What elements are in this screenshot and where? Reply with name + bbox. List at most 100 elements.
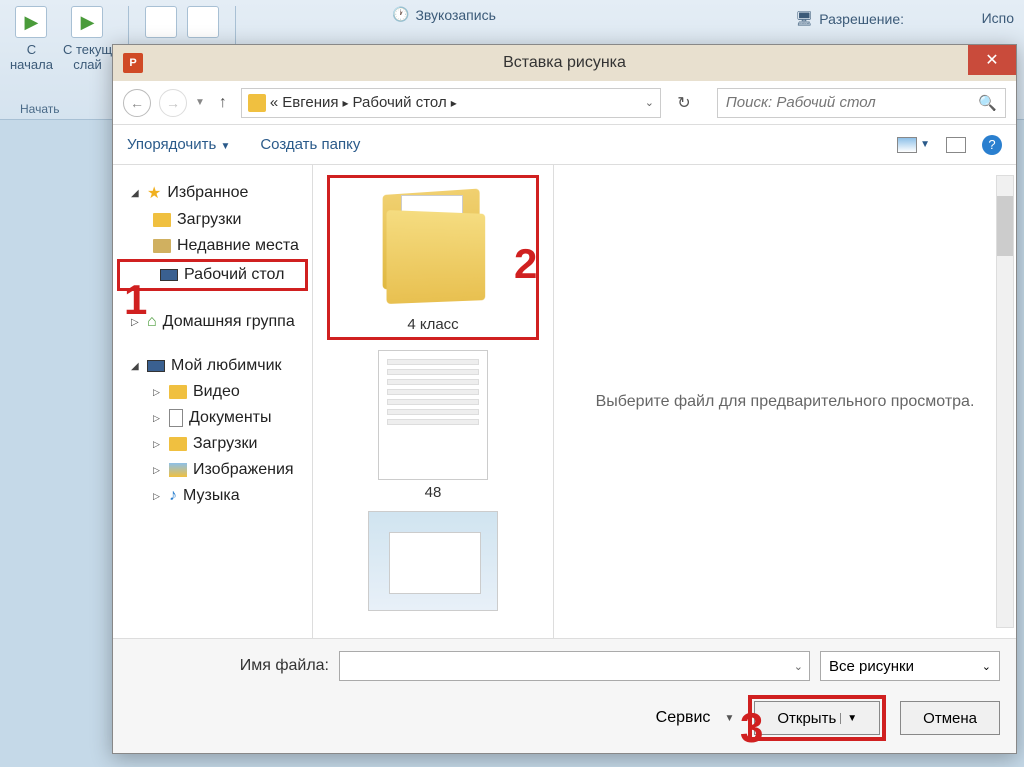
expand-icon: ◢ bbox=[131, 188, 141, 199]
expand-icon: ▷ bbox=[153, 413, 163, 424]
tree-desktop[interactable]: Рабочий стол bbox=[120, 262, 305, 288]
file-filter-dropdown[interactable]: Все рисунки ⌄ bbox=[820, 651, 1000, 681]
breadcrumb-folder[interactable]: Рабочий стол bbox=[353, 94, 447, 111]
open-button[interactable]: Открыть ▼ bbox=[754, 701, 880, 735]
help-button[interactable]: ? bbox=[982, 135, 1002, 155]
dialog-titlebar[interactable]: P Вставка рисунка ✕ bbox=[113, 45, 1016, 81]
new-folder-button[interactable]: Создать папку bbox=[260, 136, 360, 153]
dialog-body: ◢ ★ Избранное Загрузки Недавние места Ра… bbox=[113, 165, 1016, 638]
scrollbar-vertical[interactable] bbox=[996, 175, 1014, 628]
preview-pane-button[interactable] bbox=[946, 137, 966, 153]
tree-label: Изображения bbox=[193, 461, 294, 479]
file-item-48[interactable]: 48 bbox=[327, 350, 539, 501]
highlight-box-2: 4 класс bbox=[327, 175, 539, 340]
tree-video[interactable]: ▷ Видео bbox=[113, 379, 312, 405]
ribbon-placeholder-1[interactable] bbox=[145, 6, 177, 38]
thumbnails-icon bbox=[897, 137, 917, 153]
highlight-box-3: Открыть ▼ bbox=[748, 695, 886, 741]
file-label: 48 bbox=[425, 484, 442, 501]
tree-label: Избранное bbox=[167, 184, 248, 202]
nav-history-dropdown[interactable]: ▼ bbox=[195, 97, 205, 108]
dialog-navbar: ← → ▼ ↑ « Евгения ▸ Рабочий стол ▸ ⌄ ↻ 🔍 bbox=[113, 81, 1016, 125]
chevron-down-icon: ⌄ bbox=[982, 660, 991, 673]
monitor-icon: 🖥 bbox=[795, 10, 813, 27]
tree-label: Недавние места bbox=[177, 237, 299, 255]
tree-downloads2[interactable]: ▷ Загрузки bbox=[113, 431, 312, 457]
tree-label: Загрузки bbox=[177, 211, 241, 229]
tree-downloads[interactable]: Загрузки bbox=[113, 207, 312, 233]
homegroup-icon: ⌂ bbox=[147, 313, 157, 331]
tree-label: Загрузки bbox=[193, 435, 257, 453]
filename-input[interactable]: ⌄ bbox=[339, 651, 810, 681]
use-label: Испо bbox=[982, 10, 1014, 26]
tools-button[interactable]: Сервис bbox=[656, 709, 711, 727]
play-icon: ▶ bbox=[81, 12, 95, 33]
organize-button[interactable]: Упорядочить ▼ bbox=[127, 136, 230, 153]
computer-icon bbox=[147, 360, 165, 372]
from-current-button[interactable]: ▶ С текущ слай bbox=[63, 6, 112, 72]
filename-label: Имя файла: bbox=[129, 657, 329, 675]
tree-label: Домашняя группа bbox=[163, 313, 295, 331]
resolution-label: Разрешение: bbox=[819, 11, 904, 27]
tree-recent[interactable]: Недавние места bbox=[113, 233, 312, 259]
dialog-footer: Имя файла: ⌄ Все рисунки ⌄ Сервис ▼ Откр… bbox=[113, 638, 1016, 753]
search-icon: 🔍 bbox=[978, 94, 997, 112]
search-box[interactable]: 🔍 bbox=[717, 88, 1006, 118]
documents-icon bbox=[169, 409, 183, 427]
tree-music[interactable]: ▷ ♪ Музыка bbox=[113, 483, 312, 509]
preview-pane: Выберите файл для предварительного просм… bbox=[553, 165, 1016, 638]
file-item-ppt[interactable] bbox=[327, 511, 539, 611]
nav-back-button[interactable]: ← bbox=[123, 89, 151, 117]
folder-icon bbox=[248, 94, 266, 112]
close-button[interactable]: ✕ bbox=[968, 45, 1016, 75]
powerpoint-icon: P bbox=[123, 53, 143, 73]
cancel-label: Отмена bbox=[923, 710, 977, 727]
refresh-button[interactable]: ↻ bbox=[669, 88, 699, 118]
monitor-icon bbox=[160, 269, 178, 281]
from-beginning-button[interactable]: ▶ С начала bbox=[10, 6, 53, 72]
tree-mypc[interactable]: ◢ Мой любимчик bbox=[113, 353, 312, 379]
breadcrumb-bar[interactable]: « Евгения ▸ Рабочий стол ▸ ⌄ bbox=[241, 88, 661, 118]
tree-documents[interactable]: ▷ Документы bbox=[113, 405, 312, 431]
nav-forward-button[interactable]: → bbox=[159, 89, 187, 117]
search-input[interactable] bbox=[726, 94, 978, 111]
breadcrumb-user[interactable]: Евгения bbox=[282, 94, 338, 111]
file-list: 4 класс 48 bbox=[313, 165, 553, 638]
video-icon bbox=[169, 385, 187, 399]
star-icon: ★ bbox=[147, 183, 161, 203]
ribbon-group-start: Начать bbox=[20, 102, 60, 116]
chevron-down-icon: ▼ bbox=[724, 713, 734, 724]
open-label: Открыть bbox=[777, 710, 836, 727]
expand-icon: ▷ bbox=[153, 465, 163, 476]
view-mode-button[interactable]: ▼ bbox=[897, 137, 930, 153]
tree-images[interactable]: ▷ Изображения bbox=[113, 457, 312, 483]
play-icon: ▶ bbox=[25, 12, 39, 33]
breadcrumb-dropdown[interactable]: ⌄ bbox=[645, 96, 654, 109]
annotation-2: 2 bbox=[514, 240, 537, 288]
file-label: 4 класс bbox=[407, 316, 458, 333]
chevron-right-icon: ▸ bbox=[451, 96, 457, 110]
annotation-3: 3 bbox=[740, 704, 763, 752]
pictures-icon bbox=[169, 463, 187, 477]
tree-favorites[interactable]: ◢ ★ Избранное bbox=[113, 179, 312, 207]
tree-label: Мой любимчик bbox=[171, 357, 282, 375]
sound-recording-label: Звукозапись bbox=[415, 7, 495, 23]
ribbon-placeholder-2[interactable] bbox=[187, 6, 219, 38]
breadcrumb-prefix: « bbox=[270, 94, 278, 111]
tree-label: Рабочий стол bbox=[184, 266, 284, 284]
chevron-right-icon: ▸ bbox=[343, 96, 349, 110]
tree-label: Музыка bbox=[183, 487, 240, 505]
expand-icon: ▷ bbox=[153, 387, 163, 398]
folder-item-4class[interactable]: 4 класс bbox=[334, 182, 532, 333]
expand-icon: ▷ bbox=[153, 491, 163, 502]
resolution-control[interactable]: 🖥 Разрешение: bbox=[795, 10, 904, 27]
nav-up-button[interactable]: ↑ bbox=[213, 94, 233, 112]
folder-tree-sidebar: ◢ ★ Избранное Загрузки Недавние места Ра… bbox=[113, 165, 313, 638]
sound-recording-button[interactable]: 🕐 Звукозапись bbox=[392, 6, 496, 23]
document-thumb-icon bbox=[378, 350, 488, 480]
expand-icon: ▷ bbox=[153, 439, 163, 450]
open-dropdown[interactable]: ▼ bbox=[840, 713, 857, 724]
tree-label: Видео bbox=[193, 383, 240, 401]
cancel-button[interactable]: Отмена bbox=[900, 701, 1000, 735]
folder-icon bbox=[169, 437, 187, 451]
